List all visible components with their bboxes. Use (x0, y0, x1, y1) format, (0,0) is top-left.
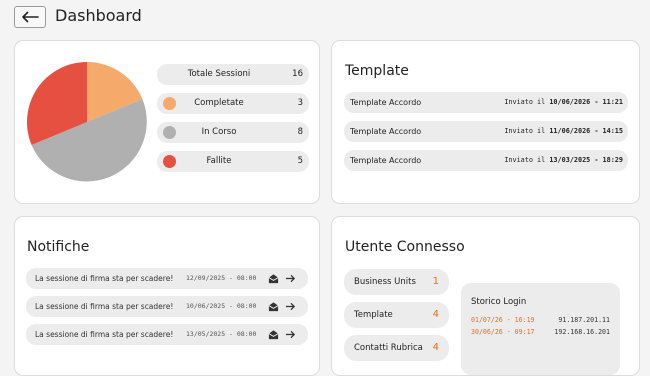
sent-prefix: Inviato il (504, 127, 546, 135)
envelope-open-icon[interactable] (268, 329, 279, 340)
arrow-right-icon[interactable] (285, 301, 296, 312)
count-label: Contatti Rubrica (354, 343, 423, 353)
sent-prefix: Inviato il (504, 98, 546, 106)
template-name: Template Accordo (350, 156, 422, 165)
stat-value: 3 (297, 98, 303, 108)
user-card: Utente Connesso Business Units 1 Templat… (331, 216, 640, 376)
page-title: Dashboard (55, 6, 142, 25)
back-button[interactable] (14, 6, 46, 28)
stat-completed: Completate 3 (157, 93, 309, 114)
sessions-card: Totale Sessioni 16 Completate 3 In Corso… (14, 40, 320, 204)
login-entry: 01/07/26 - 16:19 91.187.201.11 (471, 316, 610, 324)
count-contatti-rubrica[interactable]: Contatti Rubrica 4 (344, 335, 449, 361)
login-entry: 30/06/26 - 09:17 192.168.16.201 (471, 328, 610, 336)
notification-row: La sessione di firma sta per scadere! 12… (26, 268, 308, 289)
notification-date: 10/06/2025 - 08:00 (186, 302, 257, 310)
notifications-card-title: Notifiche (27, 239, 90, 255)
template-name: Template Accordo (350, 98, 422, 107)
login-date: 01/07/26 - 16:19 (471, 316, 535, 324)
sent-date: 10/06/2026 - 11:21 (549, 98, 623, 106)
notification-message: La sessione di firma sta per scadere! (35, 330, 174, 339)
stat-label: In Corso (201, 127, 237, 137)
login-history-title: Storico Login (471, 297, 527, 307)
notification-message: La sessione di firma sta per scadere! (35, 274, 174, 283)
template-sent-date: Inviato il 10/06/2026 - 11:21 (504, 92, 623, 113)
stat-total-sessions: Totale Sessioni 16 (157, 64, 309, 85)
count-value: 4 (432, 309, 439, 320)
count-label: Template (354, 310, 393, 320)
notification-row: La sessione di firma sta per scadere! 10… (26, 296, 308, 317)
sent-date: 13/03/2025 - 18:29 (549, 156, 623, 164)
count-value: 4 (432, 342, 439, 353)
stat-label: Fallite (206, 156, 232, 166)
stat-label: Completate (194, 98, 244, 108)
stat-in-progress: In Corso 8 (157, 122, 309, 143)
notification-date: 12/09/2025 - 08:00 (186, 274, 257, 282)
envelope-open-icon[interactable] (268, 273, 279, 284)
notification-date: 13/05/2025 - 08:00 (186, 330, 257, 338)
sent-prefix: Inviato il (504, 156, 546, 164)
stat-value: 8 (297, 127, 303, 137)
stat-label: Totale Sessioni (187, 69, 251, 79)
notification-row: La sessione di firma sta per scadere! 13… (26, 324, 308, 345)
login-history: Storico Login 01/07/26 - 16:19 91.187.20… (461, 283, 620, 375)
login-date: 30/06/26 - 09:17 (471, 328, 535, 336)
count-business-units[interactable]: Business Units 1 (344, 269, 449, 295)
arrow-right-icon[interactable] (285, 329, 296, 340)
user-card-title: Utente Connesso (345, 239, 465, 255)
arrow-right-icon[interactable] (285, 273, 296, 284)
sessions-pie-chart (27, 62, 147, 182)
notifications-card: Notifiche La sessione di firma sta per s… (14, 216, 320, 376)
template-row[interactable]: Template Accordo Inviato il 13/03/2025 -… (344, 150, 628, 171)
template-card: Template Template Accordo Inviato il 10/… (331, 40, 640, 204)
arrow-left-icon (22, 11, 39, 23)
template-name: Template Accordo (350, 127, 422, 136)
template-row[interactable]: Template Accordo Inviato il 10/06/2026 -… (344, 92, 628, 113)
stat-failed: Fallite 5 (157, 151, 309, 172)
count-label: Business Units (354, 277, 416, 287)
login-ip: 192.168.16.201 (554, 328, 610, 336)
count-template[interactable]: Template 4 (344, 302, 449, 328)
template-card-title: Template (345, 63, 409, 79)
count-value: 1 (432, 276, 439, 287)
login-ip: 91.187.201.11 (558, 316, 610, 324)
envelope-open-icon[interactable] (268, 301, 279, 312)
stat-value: 5 (297, 156, 303, 166)
notification-message: La sessione di firma sta per scadere! (35, 302, 174, 311)
sent-date: 11/06/2026 - 14:15 (549, 127, 623, 135)
template-sent-date: Inviato il 11/06/2026 - 14:15 (504, 121, 623, 142)
template-sent-date: Inviato il 13/03/2025 - 18:29 (504, 150, 623, 171)
template-row[interactable]: Template Accordo Inviato il 11/06/2026 -… (344, 121, 628, 142)
stat-value: 16 (292, 69, 303, 79)
